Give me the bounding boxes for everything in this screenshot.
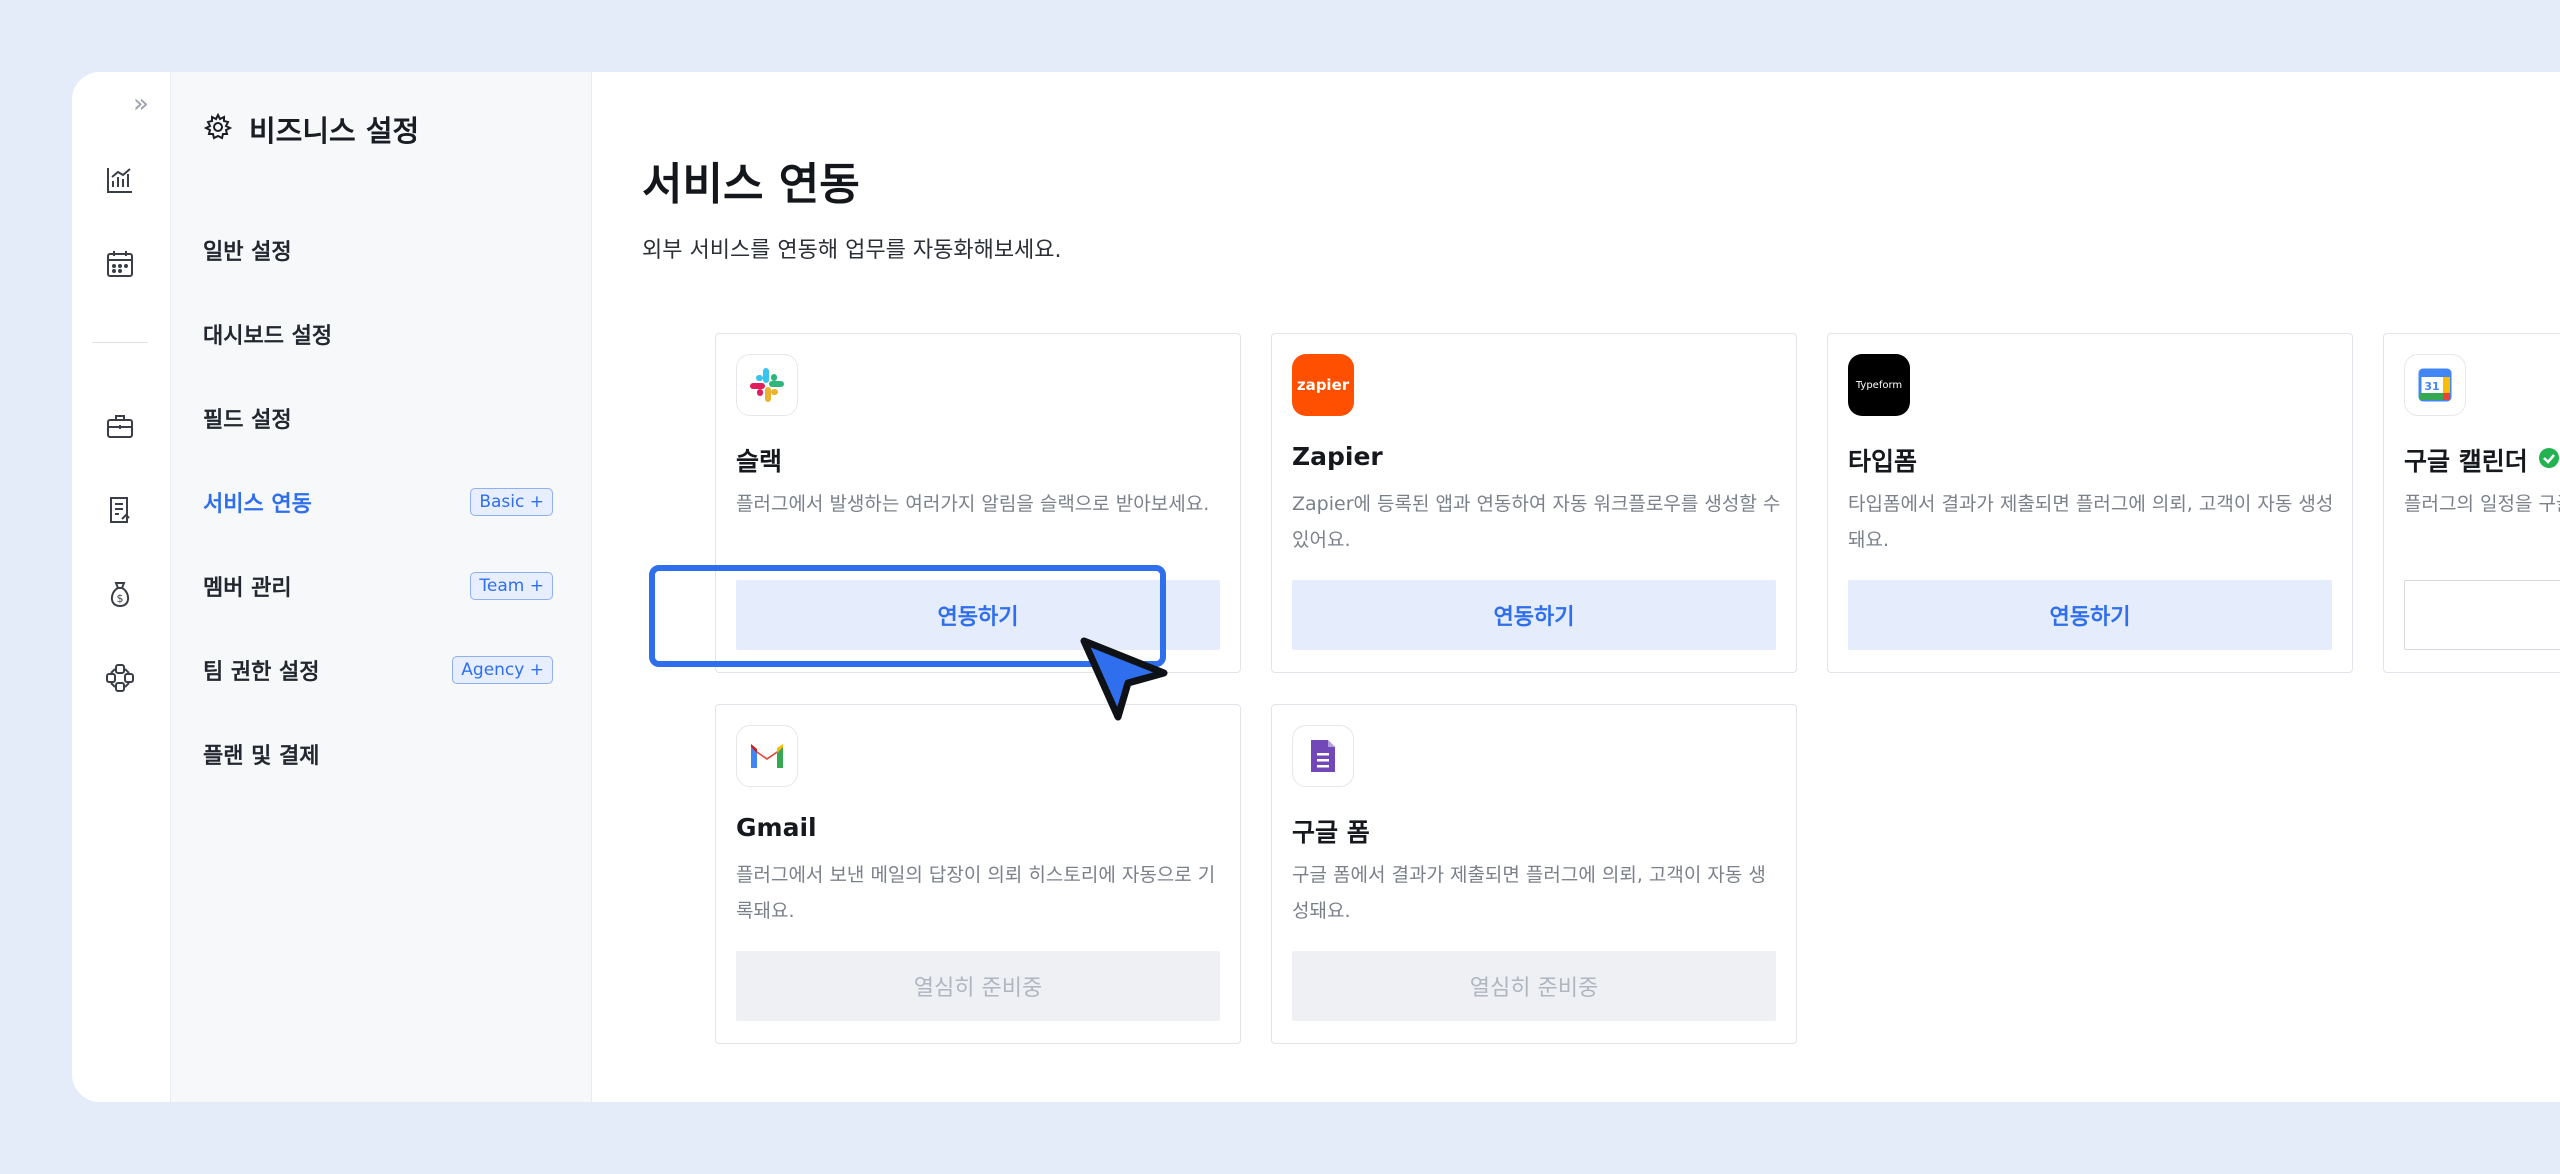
sidebar-header: 비즈니스 설정	[203, 108, 419, 150]
sidebar-item-dashboard[interactable]: 대시보드 설정	[203, 312, 553, 356]
page-title: 서비스 연동	[642, 159, 860, 210]
integration-card-gmail: Gmail 플러그에서 보낸 메일의 답장이 의뢰 히스토리에 자동으로 기록돼…	[715, 704, 1241, 1044]
connect-button-typeform[interactable]: 연동하기	[1848, 580, 2332, 650]
sidebar-item-fields[interactable]: 필드 설정	[203, 396, 553, 440]
integration-card-google-forms: 구글 폼 구글 폼에서 결과가 제출되면 플러그에 의뢰, 고객이 자동 생성돼…	[1271, 704, 1797, 1044]
calendar-icon[interactable]	[100, 244, 140, 284]
pointer-cursor-icon	[1080, 637, 1170, 727]
connect-button-zapier[interactable]: 연동하기	[1292, 580, 1776, 650]
coming-soon-button-gmail: 열심히 준비중	[736, 951, 1220, 1021]
icon-rail: » $	[72, 72, 171, 1102]
zapier-logo-icon: zapier	[1292, 354, 1354, 416]
card-title: 구글 캘린더	[2404, 442, 2560, 478]
google-calendar-logo-icon: 31	[2404, 354, 2466, 416]
sidebar-item-general[interactable]: 일반 설정	[203, 228, 553, 272]
plan-badge: Agency +	[452, 656, 553, 684]
briefcase-icon[interactable]	[100, 406, 140, 446]
card-title: Gmail	[736, 813, 817, 842]
card-description: 구글 폼에서 결과가 제출되면 플러그에 의뢰, 고객이 자동 생성돼요.	[1292, 864, 1766, 922]
integration-icon[interactable]	[100, 658, 140, 698]
page-subtitle: 외부 서비스를 연동해 업무를 자동화해보세요.	[642, 238, 1062, 263]
card-description: 플러그에서 보낸 메일의 답장이 의뢰 히스토리에 자동으로 기록돼요.	[736, 864, 1216, 922]
sidebar-item-label: 일반 설정	[203, 240, 292, 265]
integration-card-zapier: zapier Zapier Zapier에 등록된 앱과 연동하여 자동 워크플…	[1271, 333, 1797, 673]
card-title-text: 구글 폼	[1292, 818, 1370, 847]
integration-card-google-calendar: 31 구글 캘린더 플러그의 일정을 구글 캘린더 설정	[2383, 333, 2560, 673]
expand-icon[interactable]: »	[127, 90, 155, 118]
svg-text:$: $	[117, 592, 124, 605]
card-title-text: 타입폼	[1848, 447, 1918, 476]
document-icon[interactable]	[100, 490, 140, 530]
integration-card-typeform: Typeform 타입폼 타입폼에서 결과가 제출되면 플러그에 의뢰, 고객이…	[1827, 333, 2353, 673]
slack-logo-icon	[736, 354, 798, 416]
sidebar-item-team-permissions[interactable]: 팀 권한 설정 Agency +	[203, 648, 553, 692]
svg-text:31: 31	[2424, 380, 2439, 393]
card-description: 플러그의 일정을 구글 캘린더	[2404, 493, 2560, 515]
sidebar-item-label: 서비스 연동	[203, 492, 312, 517]
analytics-chart-icon[interactable]	[100, 160, 140, 200]
card-title-text: 슬랙	[736, 447, 783, 476]
sidebar-item-label: 팀 권한 설정	[203, 660, 320, 685]
rail-divider	[92, 342, 148, 343]
sidebar-item-label: 멤버 관리	[203, 576, 292, 601]
plan-badge: Basic +	[470, 488, 553, 516]
sidebar-item-plan-billing[interactable]: 플랜 및 결제	[203, 732, 553, 776]
gmail-logo-icon	[736, 725, 798, 787]
card-title: 슬랙	[736, 442, 782, 478]
sidebar-title: 비즈니스 설정	[249, 114, 420, 148]
sidebar-item-label: 필드 설정	[203, 408, 292, 433]
sidebar-item-label: 플랜 및 결제	[203, 744, 320, 769]
card-title: 구글 폼	[1292, 813, 1370, 849]
card-description: Zapier에 등록된 앱과 연동하여 자동 워크플로우를 생성할 수 있어요.	[1292, 493, 1781, 551]
card-title: 타입폼	[1848, 442, 1917, 478]
sidebar-item-label: 대시보드 설정	[203, 324, 333, 349]
card-title: Zapier	[1292, 442, 1383, 471]
card-title-text: Zapier	[1292, 442, 1383, 471]
card-description: 플러그에서 발생하는 여러가지 알림을 슬랙으로 받아보세요.	[736, 493, 1210, 515]
card-title-text: Gmail	[736, 813, 817, 842]
sidebar-item-members[interactable]: 멤버 관리 Team +	[203, 564, 553, 608]
connected-check-icon	[2538, 446, 2560, 475]
coming-soon-button-google-forms: 열심히 준비중	[1292, 951, 1776, 1021]
sidebar-item-integrations[interactable]: 서비스 연동 Basic +	[203, 480, 553, 524]
typeform-logo-icon: Typeform	[1848, 354, 1910, 416]
google-forms-logo-icon	[1292, 725, 1354, 787]
settings-button-google-calendar[interactable]: 설정	[2404, 580, 2560, 650]
money-bag-icon[interactable]: $	[100, 574, 140, 614]
gear-icon	[203, 112, 233, 146]
card-description: 타입폼에서 결과가 제출되면 플러그에 의뢰, 고객이 자동 생성돼요.	[1848, 493, 2334, 551]
settings-sidebar: 비즈니스 설정 일반 설정 대시보드 설정 필드 설정 서비스 연동 Basic…	[171, 72, 592, 1102]
plan-badge: Team +	[470, 572, 553, 600]
card-title-text: 구글 캘린더	[2404, 447, 2528, 476]
app-window: » $ 비즈니스 설정 일반 설정 대시보드 설정 필드 설정 서비스 연동 B…	[72, 72, 2560, 1102]
